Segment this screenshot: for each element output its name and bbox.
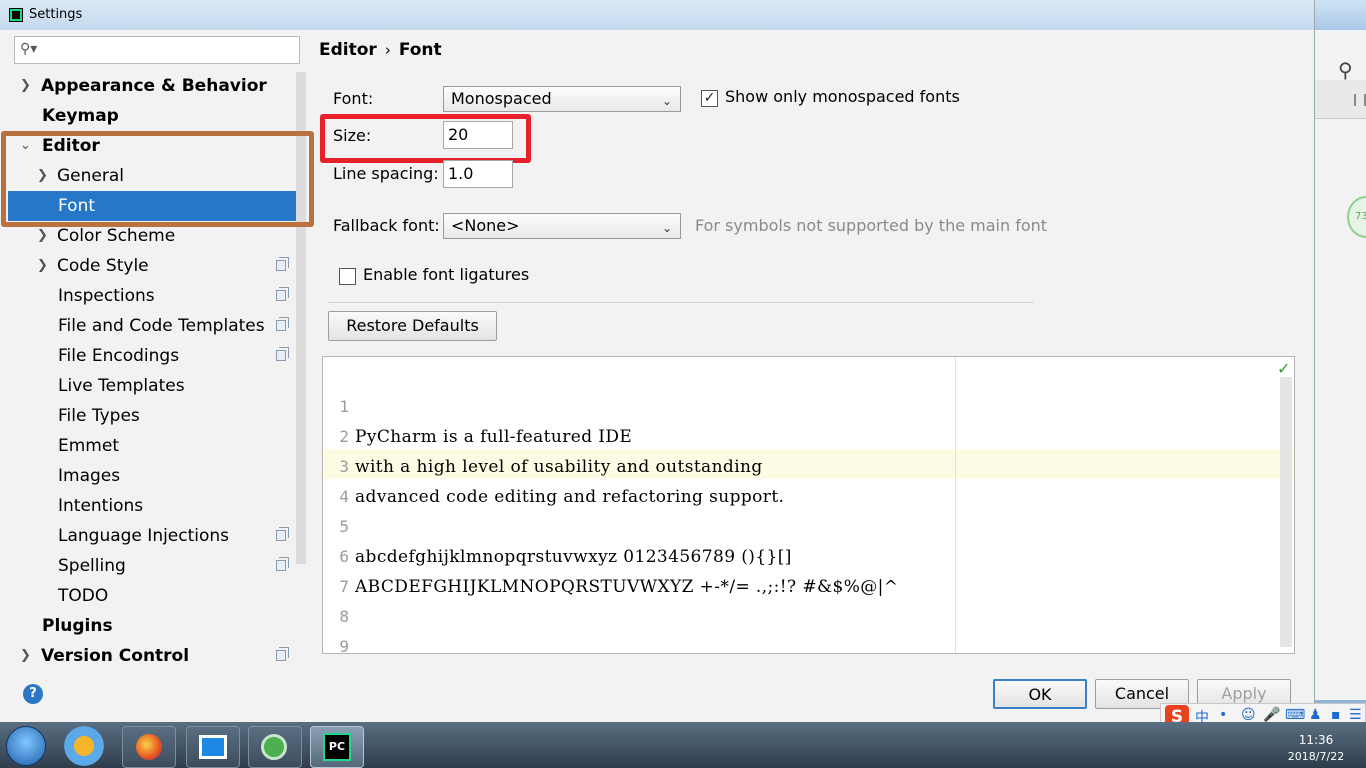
chevron-right-icon[interactable]: ❯ (20, 641, 31, 671)
settings-search-input[interactable]: ⚲▾ (14, 36, 300, 64)
ime-punctuation-icon[interactable]: • (1219, 707, 1227, 723)
file-manager-icon[interactable] (186, 726, 240, 768)
refresh-app-icon[interactable] (248, 726, 302, 768)
chevron-right-icon[interactable]: ❯ (37, 251, 48, 281)
breadcrumb-parent: Editor (319, 40, 377, 60)
tree-item-inspections[interactable]: Inspections (8, 281, 306, 311)
ime-voice-icon[interactable]: 🎤 (1263, 707, 1280, 723)
breadcrumb-current: Font (398, 40, 442, 60)
tree-item-images[interactable]: Images (8, 461, 306, 491)
search-icon: ⚲▾ (20, 41, 38, 57)
chevron-right-icon[interactable]: ❯ (20, 71, 31, 101)
pycharm-logo-icon (9, 8, 23, 22)
ime-skin-icon[interactable]: ▪ (1331, 707, 1341, 723)
font-select[interactable]: Monospaced ⌄ (443, 86, 681, 112)
background-ide-panel (1314, 30, 1366, 700)
font-ligatures-label: Enable font ligatures (363, 265, 530, 284)
fallback-font-value: <None> (451, 216, 520, 235)
code-line: 7 (323, 542, 1283, 596)
tree-item-code-style[interactable]: ❯ Code Style (8, 251, 306, 281)
tree-item-spelling[interactable]: Spelling (8, 551, 306, 581)
clock-date[interactable]: 2018/7/22 (1282, 750, 1350, 763)
project-scope-icon (276, 647, 289, 661)
font-size-input[interactable]: 20 (443, 121, 513, 149)
tree-item-live-templates[interactable]: Live Templates (8, 371, 306, 401)
tree-item-file-code-templates[interactable]: File and Code Templates (8, 311, 306, 341)
file-manager-logo (199, 735, 227, 759)
dialog-titlebar: Settings (0, 0, 1314, 30)
code-line: 5 abcdefghijklmnopqrstuvwxyz 0123456789 … (323, 482, 1283, 567)
ime-keyboard-icon[interactable]: ⌨ (1285, 707, 1305, 723)
breadcrumb: Editor › Font (319, 40, 442, 60)
settings-dialog: Settings ⚲▾ ❯ Appearance & Behavior Keym… (0, 0, 1315, 722)
breadcrumb-separator: › (384, 41, 391, 59)
line-spacing-label: Line spacing: (333, 164, 439, 183)
dialog-title: Settings (29, 7, 83, 22)
font-preview-editor[interactable]: ✓ 1 PyCharm is a full-featured IDE 2 wit… (322, 356, 1295, 654)
code-line: 3 advanced code editing and refactoring … (323, 422, 1283, 507)
tree-item-font[interactable]: Font (8, 191, 306, 221)
project-scope-icon (276, 527, 289, 541)
font-select-value: Monospaced (451, 89, 552, 108)
chevron-right-icon[interactable]: ❯ (37, 161, 48, 191)
clock-time[interactable]: 11:36 (1294, 733, 1338, 747)
font-ligatures-checkbox[interactable] (339, 268, 356, 285)
project-scope-icon (276, 557, 289, 571)
tree-item-emmet[interactable]: Emmet (8, 431, 306, 461)
chevron-right-icon[interactable]: ❯ (37, 221, 48, 251)
media-player-icon[interactable] (58, 726, 110, 766)
fallback-font-select[interactable]: <None> ⌄ (443, 213, 681, 239)
tree-item-plugins[interactable]: Plugins (8, 611, 306, 641)
help-button[interactable]: ? (23, 684, 43, 704)
tree-item-version-control[interactable]: ❯ Version Control (8, 641, 306, 671)
tree-item-todo[interactable]: TODO (8, 581, 306, 611)
project-scope-icon (276, 287, 289, 301)
settings-tree: ❯ Appearance & Behavior Keymap ⌄ Editor … (8, 70, 306, 666)
pycharm-logo-icon: PC (323, 733, 351, 761)
chevron-down-icon: ⌄ (661, 94, 672, 108)
tree-item-intentions[interactable]: Intentions (8, 491, 306, 521)
firefox-logo (136, 734, 162, 760)
tree-item-editor[interactable]: ⌄ Editor (8, 131, 306, 161)
show-monospaced-checkbox[interactable]: ✓ (701, 90, 718, 107)
code-line: 10 (323, 632, 1283, 653)
fallback-font-label: Fallback font: (333, 216, 440, 235)
refresh-logo (261, 734, 287, 760)
code-line: 6 ABCDEFGHIJKLMNOPQRSTUVWXYZ +-*/= .,;:!… (323, 512, 1283, 597)
tree-item-color-scheme[interactable]: ❯ Color Scheme (8, 221, 306, 251)
code-line: 2 with a high level of usability and out… (323, 392, 1283, 477)
tree-item-appearance-behavior[interactable]: ❯ Appearance & Behavior (8, 71, 306, 101)
project-scope-icon (276, 317, 289, 331)
fallback-hint: For symbols not supported by the main fo… (695, 216, 1048, 235)
chevron-down-icon[interactable]: ⌄ (20, 131, 31, 161)
size-label: Size: (333, 126, 372, 145)
restore-defaults-button[interactable]: Restore Defaults (328, 311, 497, 341)
tree-item-language-injections[interactable]: Language Injections (8, 521, 306, 551)
ime-emoji-icon[interactable]: ☺ (1241, 707, 1256, 723)
show-monospaced-label: Show only monospaced fonts (725, 87, 960, 106)
start-button[interactable] (6, 726, 46, 766)
ok-button[interactable]: OK (993, 679, 1087, 709)
project-scope-icon (276, 347, 289, 361)
tree-item-general[interactable]: ❯ General (8, 161, 306, 191)
tree-item-keymap[interactable]: Keymap (8, 101, 306, 131)
code-line: 8 (323, 572, 1283, 626)
section-divider (328, 302, 1034, 303)
code-line: 9 (323, 602, 1283, 653)
pycharm-taskbar-button[interactable]: PC (310, 726, 364, 768)
pause-icon: ❙❙ (1350, 92, 1366, 106)
code-line: 4 (323, 452, 1283, 506)
font-label: Font: (333, 89, 374, 108)
tree-item-file-encodings[interactable]: File Encodings (8, 341, 306, 371)
line-spacing-input[interactable]: 1.0 (443, 160, 513, 188)
ime-user-icon[interactable]: ♟ (1309, 707, 1322, 723)
project-scope-icon (276, 257, 289, 271)
search-icon[interactable]: ⚲ (1338, 58, 1353, 82)
tree-scrollbar[interactable] (296, 72, 306, 564)
code-line: 1 PyCharm is a full-featured IDE (323, 362, 1283, 447)
ime-menu-icon[interactable]: ☰ (1349, 707, 1362, 723)
firefox-icon[interactable] (122, 726, 176, 768)
chevron-down-icon: ⌄ (661, 221, 672, 235)
tree-item-file-types[interactable]: File Types (8, 401, 306, 431)
